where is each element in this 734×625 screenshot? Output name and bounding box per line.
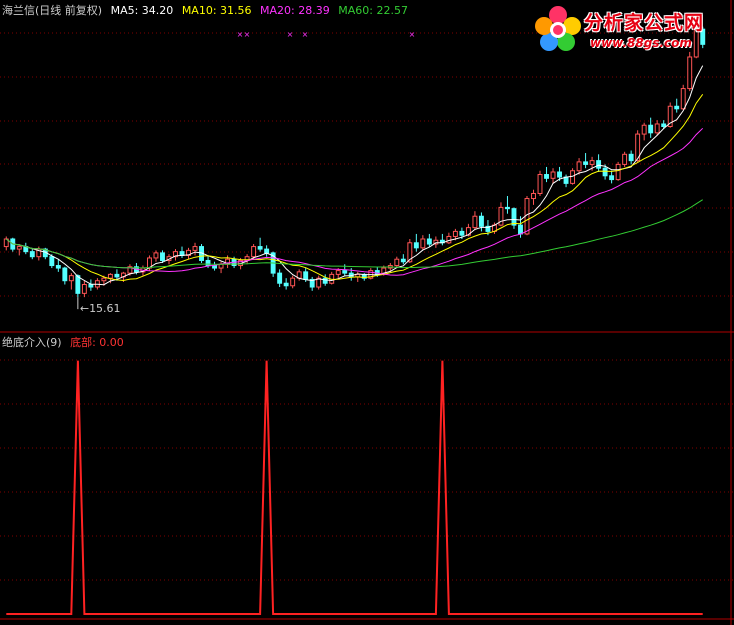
cross-mark-icon: ×: [409, 30, 416, 39]
candle-body: [257, 246, 263, 250]
candle-body: [628, 153, 634, 162]
candle-body: [661, 123, 667, 127]
ma20-label: MA20: 28.39: [260, 4, 330, 17]
candle-body: [107, 273, 113, 279]
candle-body: [283, 282, 289, 287]
candle-body: [251, 246, 257, 258]
candle-body: [570, 170, 576, 184]
candle-body: [29, 251, 35, 258]
candle-body: [335, 270, 341, 275]
candle-body: [583, 161, 589, 165]
candle-body: [420, 238, 426, 249]
low-price-annotation: ←15.61: [80, 302, 121, 315]
candle-body: [160, 252, 165, 261]
candle-body: [654, 123, 660, 134]
low-price-value: 15.61: [89, 302, 121, 316]
candle-body: [505, 206, 510, 210]
candle-body: [192, 246, 198, 251]
candle-body: [674, 105, 680, 110]
candle-body: [459, 230, 465, 236]
indicator-panel: [6, 360, 703, 615]
price-panel-header: 海兰信(日线 前复权) MA5: 34.20 MA10: 31.56 MA20:…: [2, 2, 413, 18]
ma10-label: MA10: 31.56: [181, 4, 252, 17]
candle-body: [641, 124, 647, 135]
candle-body: [446, 235, 452, 244]
candle-body: [609, 175, 615, 181]
candle-body: [576, 161, 582, 172]
candle-body: [531, 192, 536, 200]
low-arrow-icon: ←: [79, 302, 90, 316]
indicator-panel-header: 绝底介入(9) 底部: 0.00: [2, 334, 129, 350]
candle-body: [544, 174, 549, 179]
cross-mark-icon: ×: [287, 30, 294, 39]
candle-body: [114, 273, 120, 278]
candle-body: [322, 277, 328, 284]
watermark-logo: 分析家公式网 www.88gs.com: [532, 4, 728, 56]
candle-body: [687, 56, 693, 90]
candle-body: [602, 167, 608, 177]
candle-body: [264, 248, 270, 254]
candle-body: [153, 252, 159, 259]
watermark-url: www.88gs.com: [590, 36, 692, 50]
flower-logo-icon: [535, 6, 581, 51]
candle-body: [101, 277, 107, 282]
candle-body: [511, 208, 517, 226]
candle-body: [472, 215, 478, 229]
candle-body: [62, 267, 68, 282]
candle-body: [68, 275, 74, 282]
candle-body: [290, 277, 296, 287]
indicator-value-label: 底部: 0.00: [70, 336, 124, 349]
candle-body: [622, 153, 628, 165]
candle-body: [88, 283, 94, 288]
candle-body: [342, 270, 348, 274]
indicator-title: 绝底介入(9): [2, 336, 62, 349]
candlestick-series: [3, 25, 706, 298]
ma60-line: [5, 199, 703, 269]
candle-body: [394, 258, 400, 267]
candle-body: [478, 215, 484, 227]
candle-body: [680, 88, 686, 110]
candle-body: [589, 160, 595, 165]
candle-body: [557, 171, 562, 178]
candle-body: [218, 263, 224, 269]
candle-body: [303, 271, 309, 280]
candle-body: [16, 246, 22, 250]
candle-body: [537, 174, 543, 194]
candle-body: [277, 272, 283, 284]
candle-body: [413, 242, 419, 249]
candle-body: [648, 124, 654, 134]
moving-average-lines: [5, 65, 704, 286]
ma20-line: [5, 127, 704, 276]
bottom-signal-series: [6, 360, 703, 615]
bottom-signal-line: [6, 360, 703, 615]
candle-body: [75, 275, 81, 294]
candle-body: [205, 259, 211, 267]
watermark-name: 分析家公式网: [584, 12, 705, 34]
stock-title: 海兰信(日线 前复权): [2, 4, 103, 17]
candle-body: [452, 230, 458, 237]
candle-body: [426, 238, 432, 245]
candle-body: [55, 265, 61, 269]
candle-body: [596, 160, 602, 169]
cross-mark-icon: ×: [237, 30, 244, 39]
ma10-line: [5, 94, 704, 282]
ma5-line: [5, 65, 704, 286]
ma60-label: MA60: 22.57: [338, 4, 408, 17]
candle-body: [212, 265, 218, 269]
ma5-label: MA5: 34.20: [110, 4, 174, 17]
candle-body: [400, 258, 406, 263]
cross-mark-icon: ×: [244, 30, 251, 39]
candle-body: [615, 163, 621, 181]
candle-body: [81, 283, 87, 294]
candle-body: [550, 171, 556, 179]
price-panel: × × × × ×: [3, 25, 706, 310]
candle-body: [49, 256, 55, 267]
cross-mark-icon: ×: [302, 30, 309, 39]
candle-body: [518, 224, 523, 235]
